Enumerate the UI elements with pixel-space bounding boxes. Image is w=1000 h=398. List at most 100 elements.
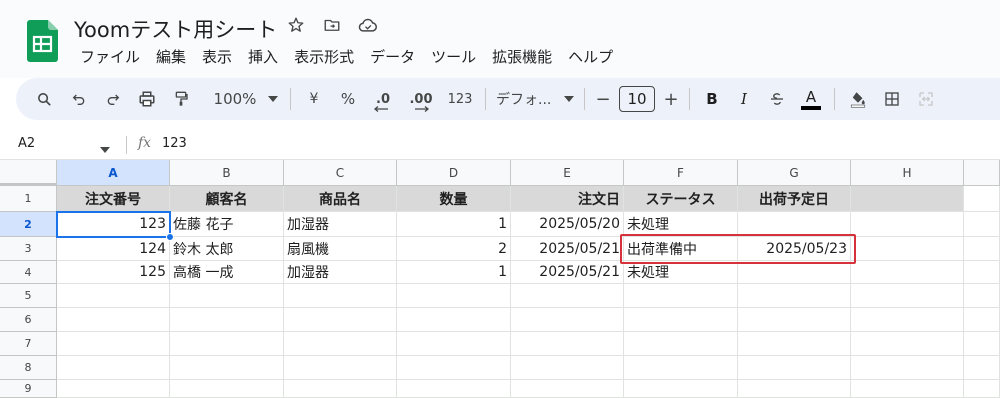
text-color-button[interactable]: A [794, 84, 828, 114]
increase-font-size-button[interactable]: + [659, 84, 683, 114]
cell-i2[interactable] [964, 212, 1000, 237]
cell-g6[interactable] [738, 308, 851, 332]
cell-f9[interactable] [624, 380, 738, 398]
cell-g2[interactable] [738, 212, 851, 237]
menu-view[interactable]: 表示 [194, 46, 240, 68]
cell-d9[interactable] [397, 380, 511, 398]
cell-e8[interactable] [511, 356, 624, 380]
column-header-h[interactable]: H [851, 160, 964, 186]
italic-button[interactable]: I [728, 84, 760, 114]
zoom-value[interactable]: 100% [208, 84, 262, 114]
currency-format-button[interactable]: ¥ [297, 84, 331, 114]
column-header-g[interactable]: G [738, 160, 851, 186]
cell-d7[interactable] [397, 332, 511, 356]
star-icon[interactable] [285, 14, 307, 36]
row-header-9[interactable]: 9 [0, 380, 57, 398]
cell-f2[interactable]: 未処理 [624, 212, 738, 237]
cell-b1[interactable]: 顧客名 [170, 186, 284, 212]
cell-c7[interactable] [284, 332, 397, 356]
cloud-saved-icon[interactable] [357, 14, 379, 36]
cell-a6[interactable] [57, 308, 170, 332]
cell-b9[interactable] [170, 380, 284, 398]
cell-i4[interactable] [964, 261, 1000, 284]
cell-c2[interactable]: 加湿器 [284, 212, 397, 237]
cell-a1[interactable]: 注文番号 [57, 186, 170, 212]
cell-a7[interactable] [57, 332, 170, 356]
move-folder-icon[interactable] [321, 14, 343, 36]
cell-a8[interactable] [57, 356, 170, 380]
cell-d5[interactable] [397, 284, 511, 308]
menu-format[interactable]: 表示形式 [286, 46, 362, 68]
zoom-dropdown-icon[interactable] [262, 84, 284, 114]
cell-g9[interactable] [738, 380, 851, 398]
column-header-a[interactable]: A [57, 160, 170, 186]
cell-h1[interactable] [851, 186, 964, 212]
cell-g4[interactable] [738, 261, 851, 284]
menu-help[interactable]: ヘルプ [560, 46, 621, 68]
cell-c9[interactable] [284, 380, 397, 398]
cell-i5[interactable] [964, 284, 1000, 308]
redo-icon[interactable] [96, 84, 130, 114]
row-header-5[interactable]: 5 [0, 284, 57, 308]
cell-f7[interactable] [624, 332, 738, 356]
menu-tools[interactable]: ツール [423, 46, 484, 68]
formula-input[interactable]: 123 [162, 136, 187, 151]
percent-format-button[interactable]: % [331, 84, 365, 114]
cell-g7[interactable] [738, 332, 851, 356]
cell-e9[interactable] [511, 380, 624, 398]
row-header-7[interactable]: 7 [0, 332, 57, 356]
cell-i6[interactable] [964, 308, 1000, 332]
cell-c1[interactable]: 商品名 [284, 186, 397, 212]
merge-cells-icon[interactable] [909, 84, 943, 114]
font-dropdown-icon[interactable] [560, 84, 578, 114]
cell-f6[interactable] [624, 308, 738, 332]
name-box[interactable]: A2 [18, 136, 35, 151]
cell-d8[interactable] [397, 356, 511, 380]
undo-icon[interactable] [62, 84, 96, 114]
cell-e6[interactable] [511, 308, 624, 332]
cell-f3[interactable]: 出荷準備中 [624, 237, 738, 261]
print-icon[interactable] [130, 84, 164, 114]
cell-i1[interactable] [964, 186, 1000, 212]
row-header-1[interactable]: 1 [0, 186, 57, 212]
cell-g5[interactable] [738, 284, 851, 308]
select-all-corner[interactable] [0, 160, 57, 186]
row-header-4[interactable]: 4 [0, 261, 57, 284]
cell-a5[interactable] [57, 284, 170, 308]
menu-extensions[interactable]: 拡張機能 [484, 46, 560, 68]
cell-c8[interactable] [284, 356, 397, 380]
cell-h5[interactable] [851, 284, 964, 308]
cell-c4[interactable]: 加湿器 [284, 261, 397, 284]
cell-i9[interactable] [964, 380, 1000, 398]
row-header-3[interactable]: 3 [0, 237, 57, 261]
column-header-f[interactable]: F [624, 160, 738, 186]
cell-d1[interactable]: 数量 [397, 186, 511, 212]
decrease-decimal-button[interactable]: .0 [365, 84, 401, 114]
column-header-b[interactable]: B [170, 160, 284, 186]
increase-decimal-button[interactable]: .00 [401, 84, 441, 114]
cell-f4[interactable]: 未処理 [624, 261, 738, 284]
more-formats-button[interactable]: 123 [441, 84, 479, 114]
cell-b7[interactable] [170, 332, 284, 356]
column-header-c[interactable]: C [284, 160, 397, 186]
paint-format-icon[interactable] [164, 84, 198, 114]
cell-b3[interactable]: 鈴木 太郎 [170, 237, 284, 261]
column-header-e[interactable]: E [511, 160, 624, 186]
cell-g1[interactable]: 出荷予定日 [738, 186, 851, 212]
column-header-d[interactable]: D [397, 160, 511, 186]
cell-h6[interactable] [851, 308, 964, 332]
cell-c3[interactable]: 扇風機 [284, 237, 397, 261]
fill-color-icon[interactable] [841, 84, 875, 114]
cell-a2[interactable]: 123 [57, 212, 170, 237]
cell-f5[interactable] [624, 284, 738, 308]
cell-a3[interactable]: 124 [57, 237, 170, 261]
cell-e1[interactable]: 注文日 [511, 186, 624, 212]
cell-d6[interactable] [397, 308, 511, 332]
bold-button[interactable]: B [696, 84, 728, 114]
cell-e2[interactable]: 2025/05/20 [511, 212, 624, 237]
fill-handle[interactable] [166, 233, 174, 241]
sheets-logo-icon[interactable] [27, 20, 58, 62]
strikethrough-icon[interactable] [760, 84, 794, 114]
cell-b5[interactable] [170, 284, 284, 308]
cell-f8[interactable] [624, 356, 738, 380]
